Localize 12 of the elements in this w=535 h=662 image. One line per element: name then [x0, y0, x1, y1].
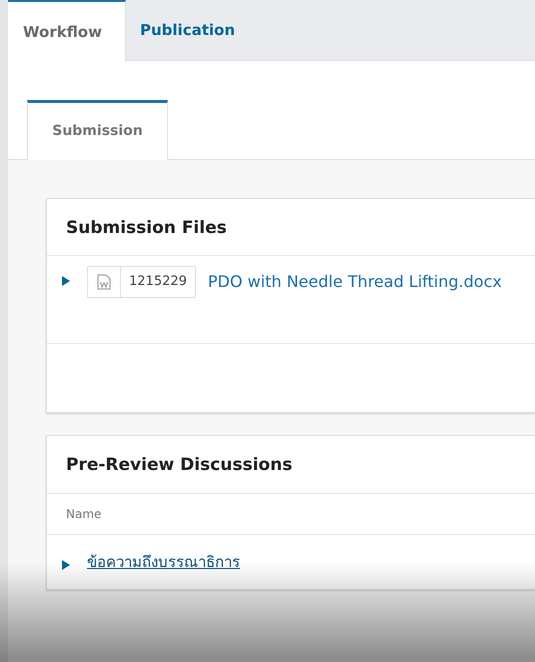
discussion-link[interactable]: ข้อความถึงบรรณาธิการ	[87, 550, 240, 574]
stage-tab[interactable]: Submission	[27, 100, 168, 160]
file-id-badge: 1215229	[87, 266, 196, 298]
tab[interactable]: Publication	[126, 0, 258, 61]
caret-icon[interactable]	[61, 276, 71, 286]
card-title: Submission Files	[47, 199, 535, 256]
column-header: Name	[47, 494, 535, 535]
file-link[interactable]: PDO with Needle Thread Lifting.docx	[208, 270, 502, 294]
caret-icon[interactable]	[61, 560, 71, 570]
document-icon	[97, 274, 111, 290]
tab[interactable]: Workflow	[8, 0, 126, 62]
card-title: Pre-Review Discussions	[47, 436, 535, 494]
